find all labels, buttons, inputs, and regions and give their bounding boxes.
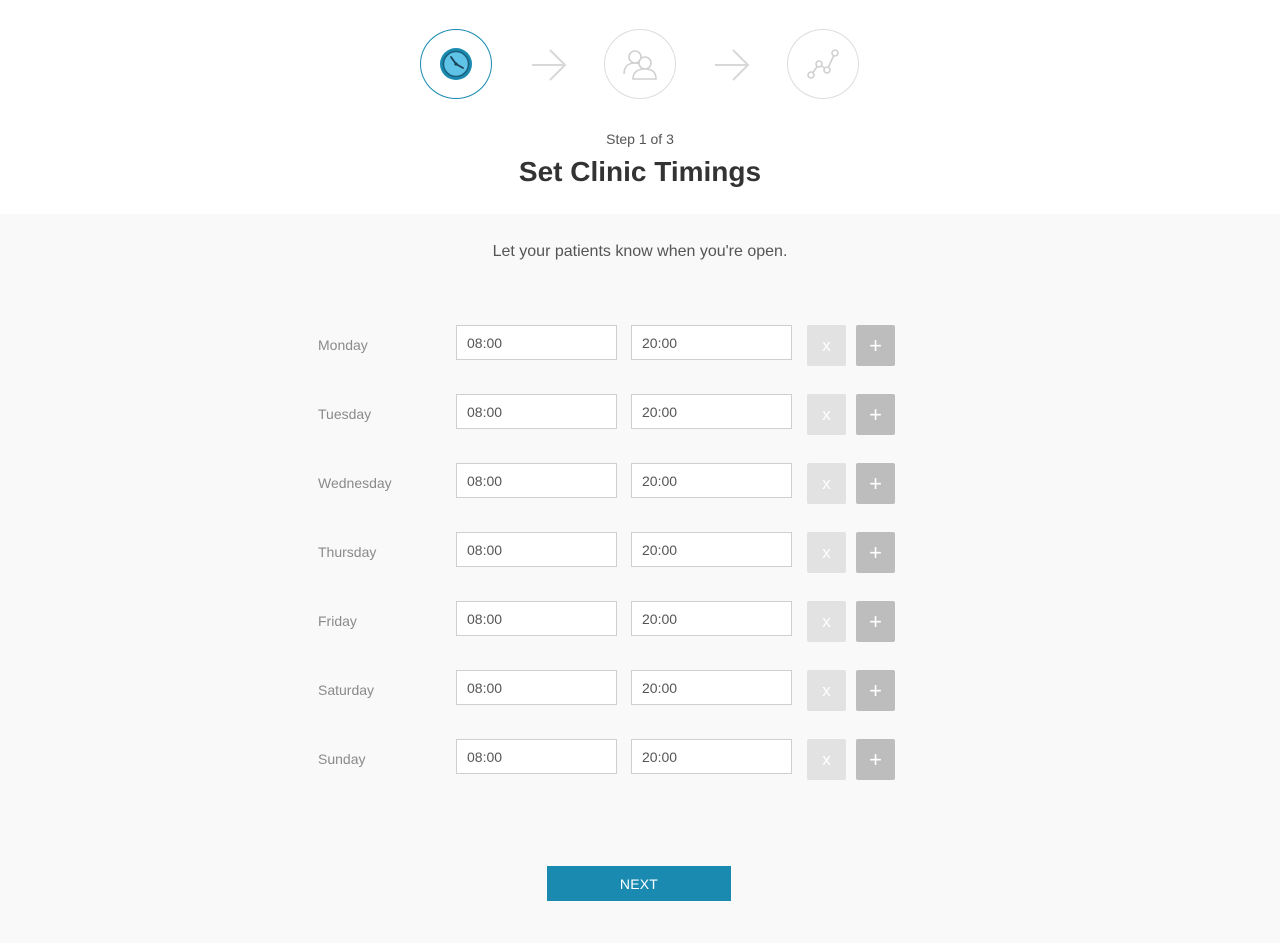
start-time-input[interactable] [456,532,617,567]
day-label: Sunday [318,751,366,767]
step-indicator: Step 1 of 3 [606,131,674,147]
day-label: Wednesday [318,475,392,491]
day-label: Saturday [318,682,375,698]
remove-slot-button[interactable]: x [807,670,846,711]
step-1-time[interactable] [420,29,492,99]
schedule-row-monday: Monday x + [318,325,898,367]
remove-slot-button[interactable]: x [807,532,846,573]
end-time-input[interactable] [631,394,792,429]
arrow-right-icon [715,49,750,81]
clock-icon [440,48,472,80]
add-slot-button[interactable]: + [856,670,895,711]
page-subtitle: Let your patients know when you're open. [492,243,788,260]
start-time-input[interactable] [456,601,617,636]
add-slot-button[interactable]: + [856,601,895,642]
arrow-right-icon [532,49,567,81]
end-time-input[interactable] [631,739,792,774]
schedule-row-sunday: Sunday x + [318,739,898,781]
schedule-row-tuesday: Tuesday x + [318,394,898,436]
schedule-row-saturday: Saturday x + [318,670,898,712]
add-slot-button[interactable]: + [856,463,895,504]
start-time-input[interactable] [456,325,617,360]
start-time-input[interactable] [456,670,617,705]
day-label: Monday [318,337,368,353]
users-icon [623,50,657,80]
next-button[interactable]: NEXT [547,866,731,901]
remove-slot-button[interactable]: x [807,325,846,366]
end-time-input[interactable] [631,532,792,567]
end-time-input[interactable] [631,325,792,360]
schedule-row-friday: Friday x + [318,601,898,643]
day-label: Tuesday [318,406,372,422]
page-title: Set Clinic Timings [518,156,762,187]
add-slot-button[interactable]: + [856,739,895,780]
end-time-input[interactable] [631,601,792,636]
add-slot-button[interactable]: + [856,325,895,366]
end-time-input[interactable] [631,670,792,705]
wizard-header: Step 1 of 3 Set Clinic Timings [0,0,1280,214]
add-slot-button[interactable]: + [856,394,895,435]
remove-slot-button[interactable]: x [807,739,846,780]
step-2-people[interactable] [604,29,676,99]
schedule-row-thursday: Thursday x + [318,532,898,574]
wizard-steps [0,29,1280,101]
remove-slot-button[interactable]: x [807,394,846,435]
day-label: Friday [318,613,357,629]
chart-line-icon [807,49,839,79]
start-time-input[interactable] [456,463,617,498]
add-slot-button[interactable]: + [856,532,895,573]
step-3-analytics[interactable] [787,29,859,99]
start-time-input[interactable] [456,739,617,774]
schedule-row-wednesday: Wednesday x + [318,463,898,505]
remove-slot-button[interactable]: x [807,463,846,504]
end-time-input[interactable] [631,463,792,498]
day-label: Thursday [318,544,377,560]
start-time-input[interactable] [456,394,617,429]
remove-slot-button[interactable]: x [807,601,846,642]
